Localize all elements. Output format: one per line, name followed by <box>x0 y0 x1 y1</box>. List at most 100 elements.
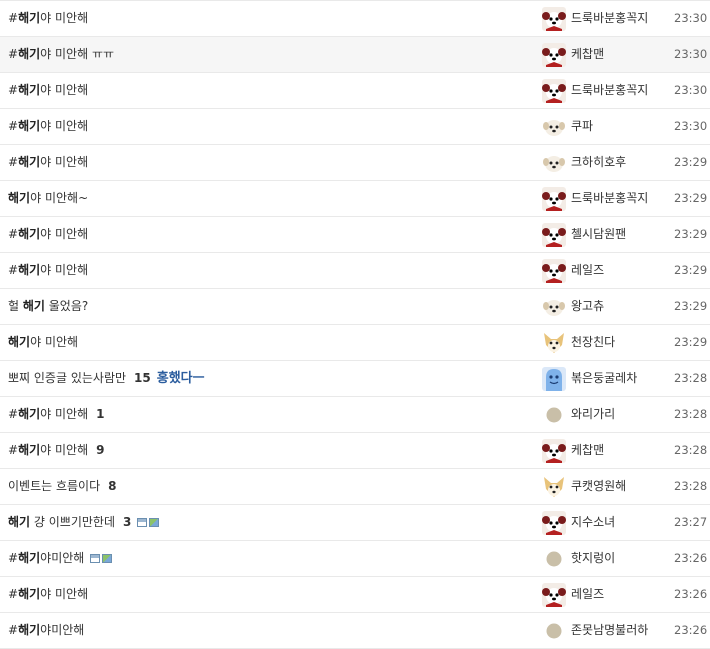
author-nickname[interactable]: 크하히호후 <box>571 145 626 180</box>
author-nickname[interactable]: 핫지렁이 <box>571 541 615 576</box>
list-item[interactable]: #해기야 미안해 첼시담원팬 23:29 <box>0 217 710 253</box>
list-item[interactable]: #해기야 미안해 드룩바분홍꼭지 23:30 <box>0 1 710 37</box>
post-title-link[interactable]: #해기야 미안해 <box>8 109 88 144</box>
post-title-link[interactable]: #해기야미안해 <box>8 613 84 648</box>
list-item[interactable]: #해기야 미안해 레일즈 23:29 <box>0 253 710 289</box>
comment-count[interactable]: 15 <box>134 371 151 385</box>
list-item[interactable]: #해기야 미안해 9 케찹맨 23:28 <box>0 433 710 469</box>
list-item[interactable]: 해기 걍 이쁘기만한데 3 지수소녀 23:27 <box>0 505 710 541</box>
author-nickname[interactable]: 케찹맨 <box>571 433 604 468</box>
list-item[interactable]: #해기야미안해 존못남명불러하 23:26 <box>0 613 710 649</box>
post-title-link[interactable]: 해기 걍 이쁘기만한데 3 <box>8 505 161 540</box>
title-text: 야미안해 <box>40 623 85 637</box>
author-nickname[interactable]: 레일즈 <box>571 577 604 612</box>
list-item[interactable]: #해기야 미안해 1 와리가리 23:28 <box>0 397 710 433</box>
dog-bow-icon <box>542 187 566 211</box>
post-title-link[interactable]: #해기야 미안해 <box>8 217 88 252</box>
list-item[interactable]: 헐 해기 울었음? 왕고츄 23:29 <box>0 289 710 325</box>
list-item[interactable]: #해기야 미안해 쿠파 23:30 <box>0 109 710 145</box>
author-nickname[interactable]: 드룩바분홍꼭지 <box>571 181 648 216</box>
list-item[interactable]: #해기야 미안해 크하히호후 23:29 <box>0 145 710 181</box>
author-nickname[interactable]: 드룩바분홍꼭지 <box>571 1 648 36</box>
post-title-link[interactable]: 해기야 미안해 <box>8 325 78 360</box>
title-keyword: 해기 <box>18 407 41 421</box>
post-title-link[interactable]: #해기야 미안해 <box>8 253 88 288</box>
post-title-link[interactable]: #해기야 미안해 ㅠㅠ <box>8 37 114 72</box>
title-text: # <box>8 551 19 565</box>
title-text: 야 미안해 <box>40 263 89 277</box>
title-text: # <box>8 155 19 169</box>
title-text: # <box>8 11 19 25</box>
post-time: 23:30 <box>674 47 708 61</box>
list-item[interactable]: #해기야미안해 핫지렁이 23:26 <box>0 541 710 577</box>
title-keyword: 해기 <box>18 443 41 457</box>
dog-bow-icon <box>542 439 566 463</box>
list-item[interactable]: 이벤트는 흐름이다 8 쿠캣영원해 23:28 <box>0 469 710 505</box>
fox-dog-icon <box>542 331 566 355</box>
post-title-link[interactable]: 해기야 미안해~ <box>8 181 88 216</box>
title-keyword: 해기 <box>18 47 41 61</box>
title-text: 야 미안해 <box>30 335 79 349</box>
author-nickname[interactable]: 볶은둥굴레차 <box>571 361 637 396</box>
title-keyword: 해기 <box>18 227 41 241</box>
post-title-link[interactable]: #해기야 미안해 <box>8 145 88 180</box>
comment-count[interactable]: 8 <box>108 479 116 493</box>
title-keyword: 해기 <box>18 551 41 565</box>
list-item[interactable]: #해기야 미안해 ㅠㅠ 케찹맨 23:30 <box>0 37 710 73</box>
post-time: 23:29 <box>674 155 708 169</box>
post-time: 23:30 <box>674 83 708 97</box>
comment-count[interactable]: 9 <box>96 443 104 457</box>
title-keyword: 해기 <box>18 587 41 601</box>
post-time: 23:26 <box>674 623 708 637</box>
author-nickname[interactable]: 쿠파 <box>571 109 593 144</box>
blue-ghost-icon <box>542 367 566 391</box>
title-text: # <box>8 443 19 457</box>
comment-count[interactable]: 1 <box>96 407 104 421</box>
title-text: # <box>8 407 19 421</box>
title-keyword: 해기 <box>8 335 31 349</box>
author-nickname[interactable]: 드룩바분홍꼭지 <box>571 73 648 108</box>
author-nickname[interactable]: 첼시담원팬 <box>571 217 626 252</box>
post-time: 23:26 <box>674 587 708 601</box>
post-time: 23:29 <box>674 263 708 277</box>
author-nickname[interactable]: 케찹맨 <box>571 37 604 72</box>
title-text: 야 미안해~ <box>30 191 89 205</box>
post-title-link[interactable]: #해기야 미안해 1 <box>8 397 105 432</box>
title-keyword: 해기 <box>22 299 45 313</box>
post-title-link[interactable]: #해기야 미안해 <box>8 577 88 612</box>
post-title-link[interactable]: #해기야 미안해 9 <box>8 433 105 468</box>
title-text: 이벤트는 흐름이다 <box>8 479 101 493</box>
author-nickname[interactable]: 존못남명불러하 <box>571 613 648 648</box>
list-item[interactable]: 뽀찌 인증글 있는사람만 15 홍했다ㅡ 볶은둥굴레차 23:28 <box>0 361 710 397</box>
list-item[interactable]: #해기야 미안해 드룩바분홍꼭지 23:30 <box>0 73 710 109</box>
list-item[interactable]: #해기야 미안해 레일즈 23:26 <box>0 577 710 613</box>
post-title-link[interactable]: 이벤트는 흐름이다 8 <box>8 469 117 504</box>
puppy-icon <box>542 115 566 139</box>
post-title-link[interactable]: 뽀찌 인증글 있는사람만 15 홍했다ㅡ <box>8 361 205 396</box>
post-title-link[interactable]: #해기야 미안해 <box>8 73 88 108</box>
dog-bow-icon <box>542 7 566 31</box>
title-text: 야 미안해 <box>40 443 89 457</box>
title-text: 야 미안해 <box>40 11 89 25</box>
title-keyword: 해기 <box>18 119 41 133</box>
dog-bow-icon <box>542 79 566 103</box>
post-title-link[interactable]: 헐 해기 울었음? <box>8 289 88 324</box>
comment-count[interactable]: 3 <box>123 515 131 529</box>
list-item[interactable]: 해기야 미안해 천장친다 23:29 <box>0 325 710 361</box>
author-nickname[interactable]: 쿠캣영원해 <box>571 469 626 504</box>
default-circle-icon <box>542 547 566 571</box>
title-keyword: 해기 <box>18 263 41 277</box>
author-nickname[interactable]: 레일즈 <box>571 253 604 288</box>
post-title-link[interactable]: #해기야 미안해 <box>8 1 88 36</box>
author-nickname[interactable]: 왕고츄 <box>571 289 604 324</box>
author-nickname[interactable]: 와리가리 <box>571 397 615 432</box>
title-keyword: 해기 <box>18 155 41 169</box>
list-item[interactable]: 해기야 미안해~ 드룩바분홍꼭지 23:29 <box>0 181 710 217</box>
title-text: # <box>8 587 19 601</box>
title-text: 헐 <box>8 299 23 313</box>
post-title-link[interactable]: #해기야미안해 <box>8 541 114 576</box>
post-time: 23:27 <box>674 515 708 529</box>
author-nickname[interactable]: 천장친다 <box>571 325 615 360</box>
title-text: 야 미안해 ㅠㅠ <box>40 47 115 61</box>
author-nickname[interactable]: 지수소녀 <box>571 505 615 540</box>
